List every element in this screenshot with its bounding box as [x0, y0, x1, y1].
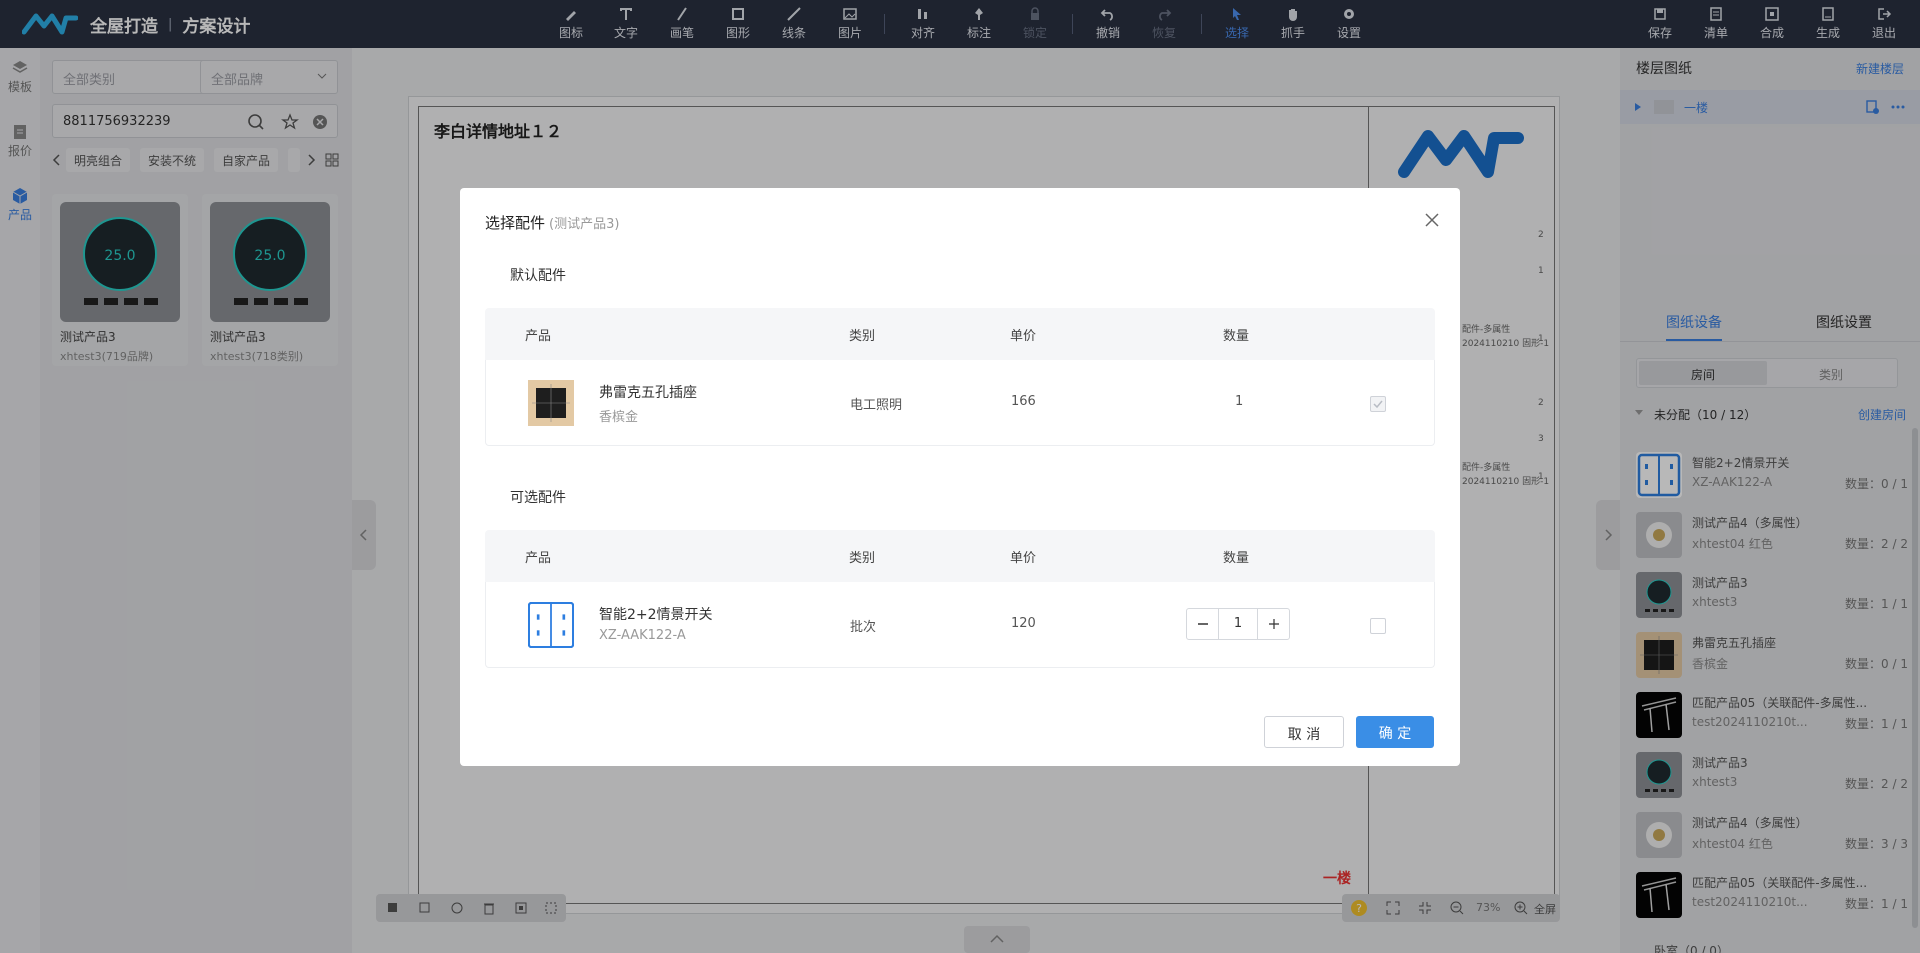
product-category: 电工照明 [850, 398, 903, 413]
col-qty: 数量 [1223, 551, 1250, 566]
plus-icon [1269, 619, 1279, 629]
dialog-title-text: 选择配件 [485, 214, 546, 232]
check-icon [1373, 400, 1383, 409]
col-qty: 数量 [1223, 329, 1250, 344]
minus-icon [1198, 623, 1208, 625]
decrease-button[interactable] [1187, 609, 1219, 639]
confirm-button[interactable]: 确 定 [1356, 716, 1434, 748]
increase-button[interactable] [1257, 609, 1289, 639]
default-table: 产品 类别 单价 数量 弗雷克五孔插座 香槟金 电工照明 166 1 [485, 308, 1435, 446]
table-header: 产品 类别 单价 数量 [485, 530, 1435, 582]
optional-checkbox[interactable] [1370, 618, 1386, 634]
product-price: 166 [1011, 394, 1036, 409]
product-spec: XZ-AAK122-A [599, 628, 686, 643]
product-name: 智能2+2情景开关 [599, 607, 713, 623]
product-category: 批次 [850, 620, 877, 635]
quantity-stepper: 1 [1186, 608, 1290, 640]
col-category: 类别 [849, 551, 876, 566]
product-price: 120 [1011, 616, 1036, 631]
product-spec: 香槟金 [599, 410, 639, 425]
col-price: 单价 [1010, 329, 1037, 344]
default-checkbox [1370, 396, 1386, 412]
col-product: 产品 [525, 329, 552, 344]
product-qty: 1 [1235, 394, 1244, 409]
table-row: 弗雷克五孔插座 香槟金 电工照明 166 1 [485, 360, 1435, 446]
quantity-value[interactable]: 1 [1219, 616, 1257, 631]
col-product: 产品 [525, 551, 552, 566]
col-category: 类别 [849, 329, 876, 344]
accessory-dialog: 选择配件 (测试产品3) 默认配件 产品 类别 单价 数量 弗雷克五孔插座 香槟金… [460, 188, 1460, 766]
switch-image [528, 602, 574, 648]
dialog-title: 选择配件 (测试产品3) [485, 212, 619, 233]
socket-image [528, 380, 574, 426]
optional-section-title: 可选配件 [510, 490, 566, 506]
optional-table: 产品 类别 单价 数量 智能2+2情景开关 XZ-AAK122-A 批次 120… [485, 530, 1435, 668]
product-name: 弗雷克五孔插座 [599, 385, 697, 401]
table-header: 产品 类别 单价 数量 [485, 308, 1435, 360]
table-row: 智能2+2情景开关 XZ-AAK122-A 批次 120 1 [485, 582, 1435, 668]
col-price: 单价 [1010, 551, 1037, 566]
cancel-button[interactable]: 取 消 [1264, 716, 1344, 748]
close-icon[interactable] [1424, 212, 1440, 228]
dialog-subtitle: (测试产品3) [549, 217, 620, 232]
default-section-title: 默认配件 [510, 268, 566, 284]
